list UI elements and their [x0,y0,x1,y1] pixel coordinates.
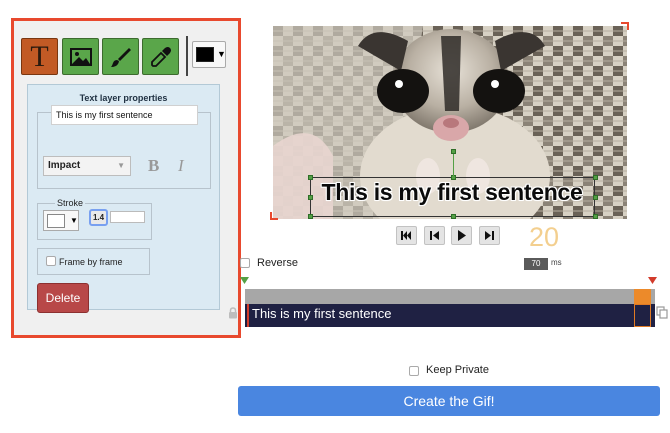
previous-frame-button[interactable] [424,226,445,245]
layer-start-marker[interactable] [247,304,249,327]
next-frame-button[interactable] [479,226,500,245]
step-back-icon [430,231,439,240]
properties-title: Text layer properties [79,93,168,103]
resize-corner-top-right[interactable] [621,22,629,30]
current-frame-highlight [634,304,651,327]
fill-color-dropdown[interactable]: ▼ [192,41,226,68]
font-select-value: Impact [48,160,81,171]
frame-by-frame-label: Frame by frame [59,257,123,267]
create-gif-button[interactable]: Create the Gif! [238,386,660,416]
copy-icon[interactable] [656,306,668,319]
play-button[interactable] [451,226,472,245]
eyedropper-tool-button[interactable] [142,38,179,75]
font-select[interactable]: Impact ▼ [43,156,131,176]
text-selection-box[interactable] [310,177,595,217]
keep-private-checkbox[interactable] [409,366,419,376]
frame-by-frame-checkbox[interactable] [46,256,56,266]
frame-delay-input[interactable]: 70 [524,258,548,270]
resize-handle[interactable] [593,195,598,200]
reverse-checkbox[interactable] [240,258,250,268]
timeline[interactable]: This is my first sentence [245,289,655,327]
bold-button[interactable]: B [148,156,159,176]
text-content-input[interactable] [51,105,198,125]
skip-back-icon [401,231,411,240]
timeline-layer-label: This is my first sentence [252,306,392,321]
resize-handle[interactable] [593,175,598,180]
lock-icon[interactable] [228,307,238,319]
resize-corner-bottom-left[interactable] [270,212,278,220]
chevron-down-icon: ▼ [70,216,78,225]
chevron-down-icon: ▼ [217,49,226,59]
italic-button[interactable]: I [178,156,184,176]
fill-color-swatch [196,47,214,62]
eyedropper-icon [150,46,171,67]
brush-tool-button[interactable] [102,38,139,75]
resize-handle[interactable] [308,195,313,200]
text-layer-panel: T ▼ Text layer properties Impact ▼ [11,18,241,338]
timeline-frames-track[interactable] [245,289,655,304]
text-tool-button[interactable]: T [21,38,58,75]
resize-handle[interactable] [451,214,456,219]
resize-handle[interactable] [308,175,313,180]
stroke-color-dropdown[interactable]: ▼ [43,210,79,231]
rotate-handle[interactable] [451,149,456,154]
image-icon [69,47,92,66]
text-tool-icon: T [30,39,49,73]
step-forward-icon [485,231,494,240]
rotate-handle-line [453,152,454,176]
stroke-color-swatch [47,214,65,228]
resize-handle[interactable] [593,214,598,219]
play-icon [458,230,466,241]
stroke-legend: Stroke [55,198,86,208]
timeline-end-marker-icon[interactable] [648,277,657,284]
stroke-width-value[interactable]: 1.4 [89,209,108,226]
frame-delay-unit: ms [551,258,562,267]
timeline-start-marker-icon[interactable] [240,277,249,284]
delete-button[interactable]: Delete [37,283,89,313]
resize-handle[interactable] [308,214,313,219]
chevron-down-icon: ▼ [117,161,125,170]
reverse-label: Reverse [257,257,298,269]
current-frame-marker[interactable] [634,289,651,304]
toolbar-divider [186,36,188,76]
image-tool-button[interactable] [62,38,99,75]
frame-number: 20 [528,222,560,252]
stroke-width-slider[interactable] [110,211,145,223]
brush-icon [110,47,131,67]
first-frame-button[interactable] [396,226,417,245]
keep-private-label: Keep Private [426,364,489,376]
text-properties-box: Text layer properties Impact ▼ B I Strok… [27,84,220,313]
